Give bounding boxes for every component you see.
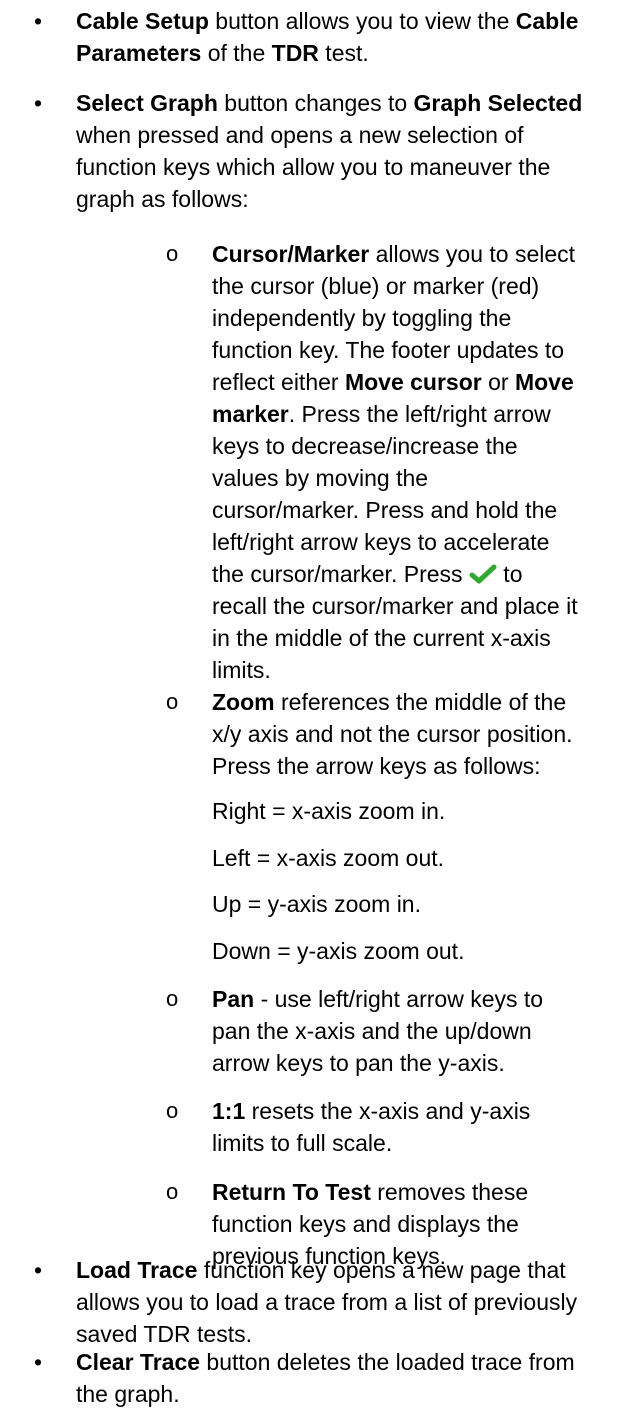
sub-item-one-to-one: o 1:1 resets the x-axis and y-axis limits… — [0, 1095, 620, 1159]
term-return-to-test: Return To Test — [212, 1179, 371, 1205]
sub-item-pan: o Pan - use left/right arrow keys to pan … — [0, 983, 620, 1079]
term-zoom: Zoom — [212, 689, 275, 715]
term-move-cursor: Move cursor — [344, 369, 482, 395]
check-mark-icon — [469, 560, 497, 584]
bullet-dot: • — [33, 1349, 43, 1375]
term-tdr: TDR — [271, 40, 319, 66]
zoom-line-down: Down = y-axis zoom out. — [212, 938, 465, 964]
term-graph-selected: Graph Selected — [413, 90, 583, 116]
term-load-trace: Load Trace — [76, 1257, 198, 1283]
bullet-dot: • — [33, 90, 43, 116]
term-cable-setup: Cable Setup — [76, 8, 209, 34]
bullet-clear-trace: • Clear Trace button deletes the loaded t… — [0, 1346, 620, 1410]
sub-bullet-o: o — [166, 1179, 179, 1204]
term-select-graph: Select Graph — [76, 90, 218, 116]
sub-bullet-o: o — [166, 986, 179, 1011]
zoom-line-right: Right = x-axis zoom in. — [212, 798, 446, 824]
term-cursor-marker: Cursor/Marker — [212, 241, 370, 267]
sub-item-zoom: o Zoom references the middle of the x/y a… — [0, 686, 620, 782]
bullet-dot: • — [33, 1257, 43, 1283]
zoom-line-up: Up = y-axis zoom in. — [212, 891, 421, 917]
sub-bullet-o: o — [166, 241, 179, 266]
term-pan: Pan — [212, 986, 255, 1012]
sub-bullet-o: o — [166, 689, 179, 714]
term-clear-trace: Clear Trace — [76, 1349, 201, 1375]
sub-item-cursor-marker: o Cursor/Marker allows you to select the … — [0, 238, 620, 686]
term-one-to-one: 1:1 — [212, 1098, 246, 1124]
bullet-cable-setup: • Cable Setup button allows you to view t… — [0, 5, 620, 69]
bullet-load-trace: • Load Trace function key opens a new pag… — [0, 1254, 620, 1350]
sub-bullet-o: o — [166, 1098, 179, 1123]
document-page: • Cable Setup button allows you to view t… — [0, 0, 620, 1407]
bullet-dot: • — [33, 8, 43, 34]
bullet-select-graph: • Select Graph button changes to Graph Se… — [0, 87, 620, 215]
zoom-line-left: Left = x-axis zoom out. — [212, 845, 445, 871]
